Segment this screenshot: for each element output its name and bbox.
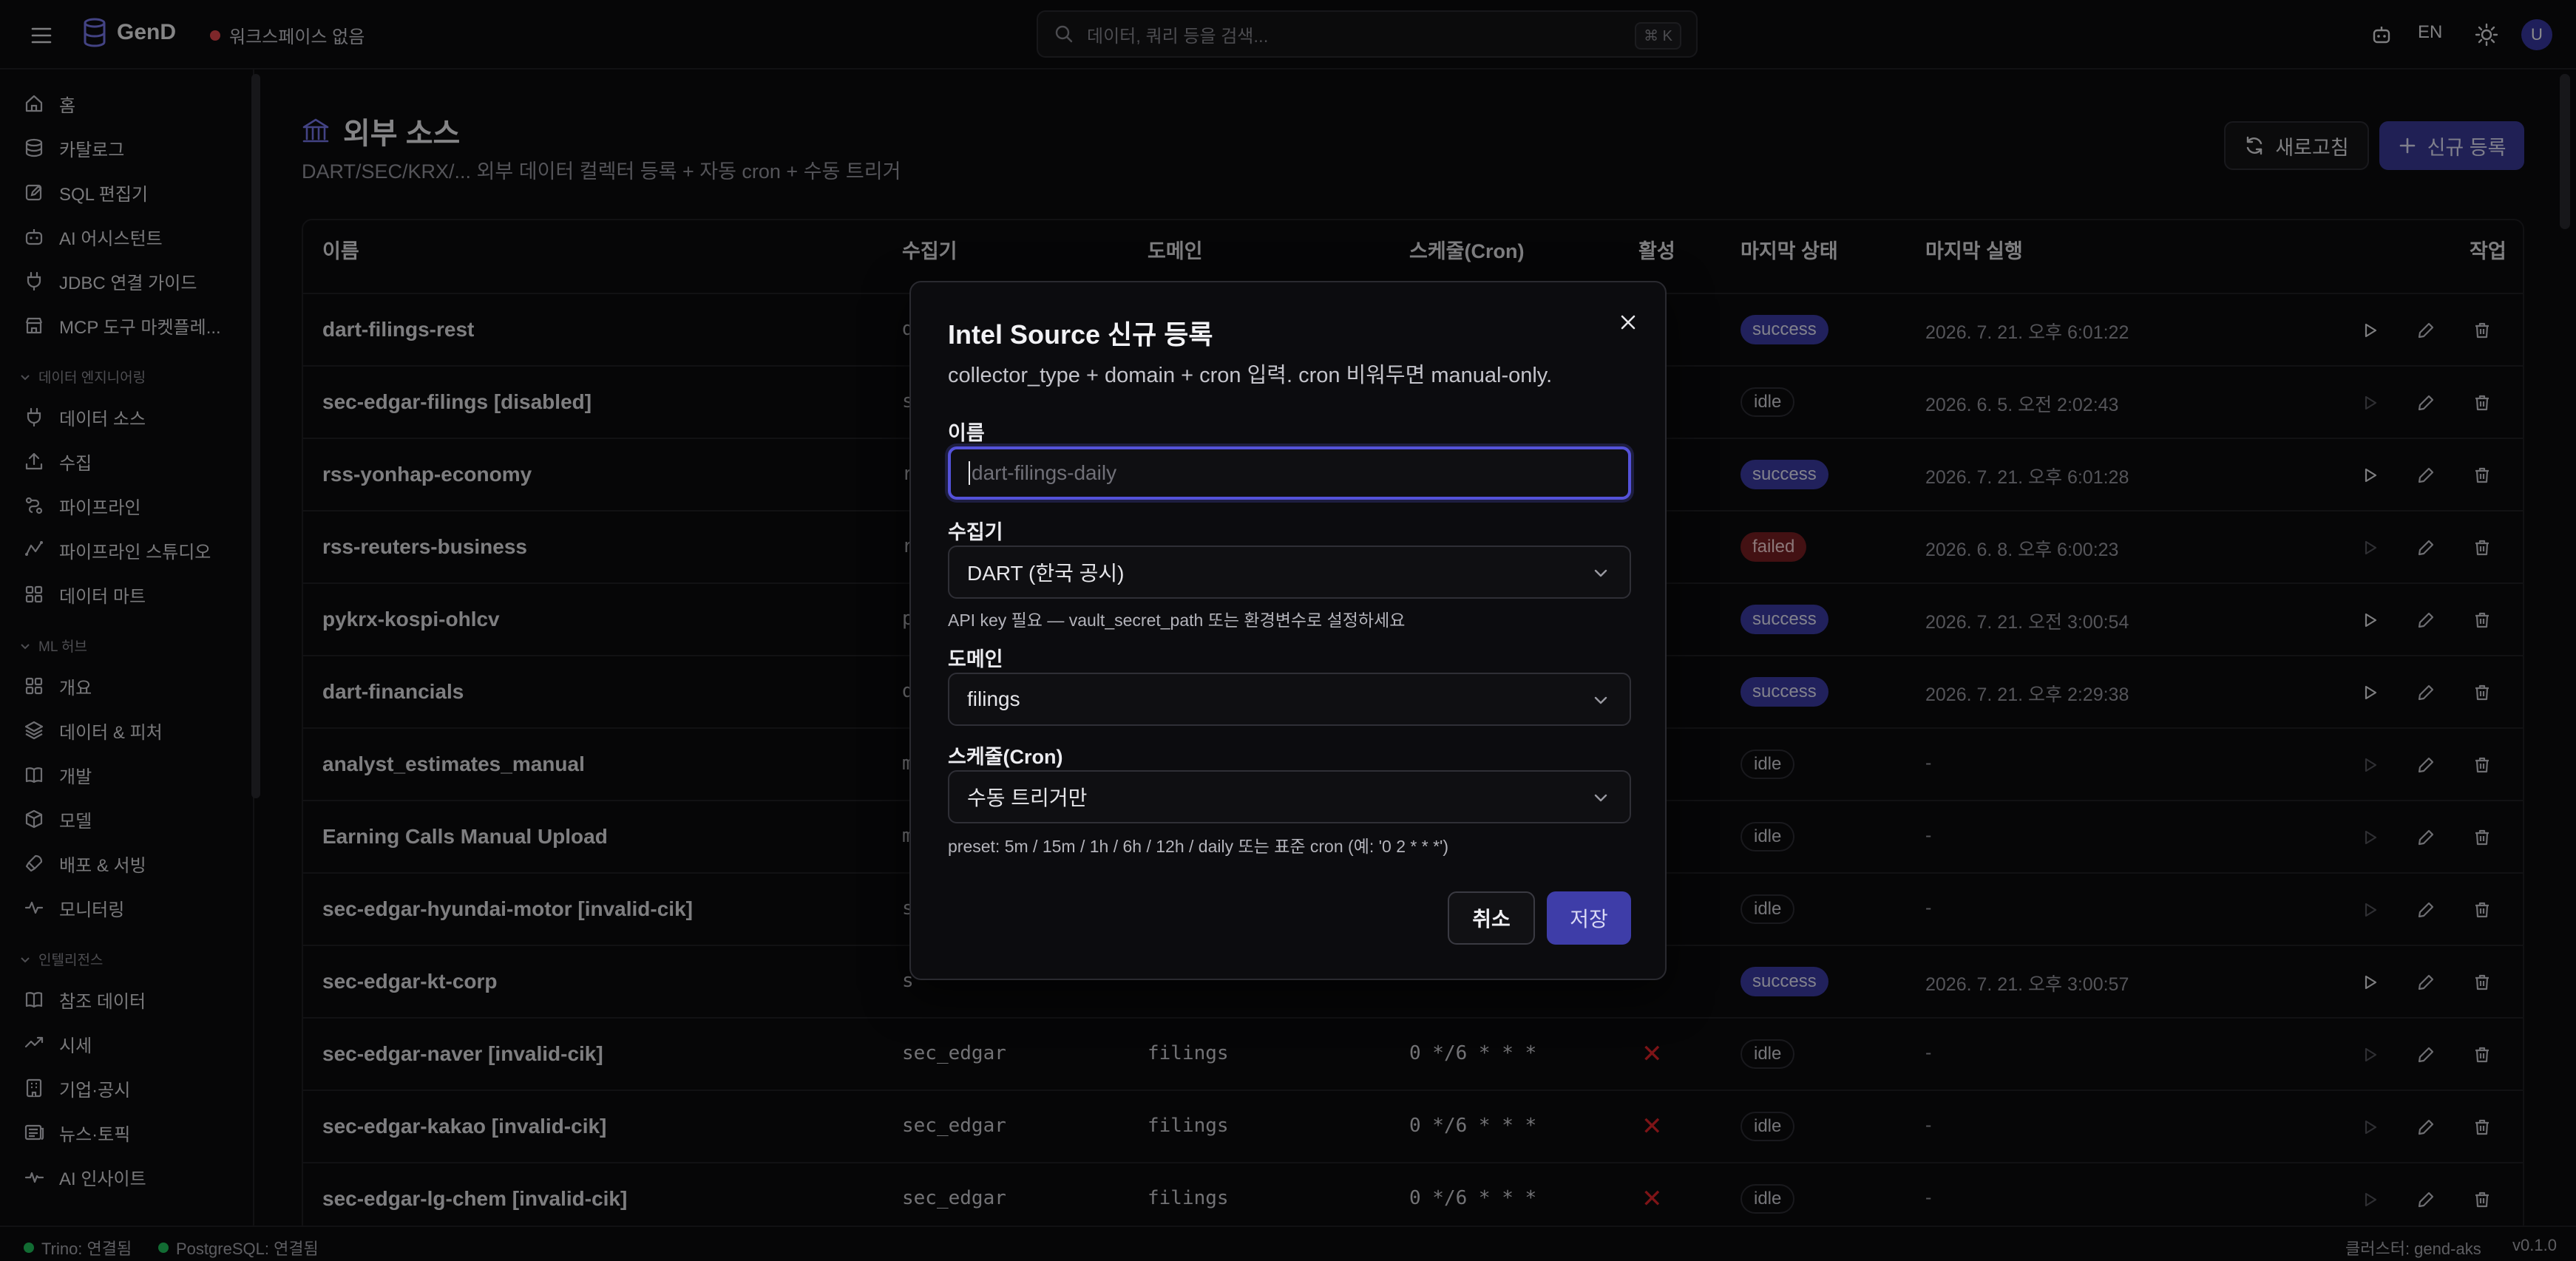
collector-select[interactable]: DART (한국 공시) (948, 545, 1631, 599)
collector-help: API key 필요 — vault_secret_path 또는 환경변수로 … (948, 611, 1406, 630)
domain-select[interactable]: filings (948, 673, 1631, 726)
collector-value: DART (한국 공시) (967, 562, 1125, 585)
domain-value: filings (967, 687, 1020, 710)
collector-label: 수집기 (948, 521, 1003, 543)
schedule-select[interactable]: 수동 트리거만 (948, 770, 1631, 823)
dialog-description: collector_type + domain + cron 입력. cron … (948, 364, 1553, 387)
name-input[interactable]: dart-filings-daily (948, 446, 1631, 500)
cancel-button[interactable]: 취소 (1448, 891, 1535, 945)
chevron-down-icon (1594, 569, 1607, 577)
text-cursor (969, 461, 970, 485)
save-button[interactable]: 저장 (1547, 891, 1631, 945)
chevron-down-icon (1594, 794, 1607, 802)
new-source-dialog: Intel Source 신규 등록 collector_type + doma… (909, 281, 1667, 980)
close-icon[interactable] (1612, 306, 1644, 339)
name-placeholder: dart-filings-daily (972, 461, 1117, 484)
dialog-title: Intel Source 신규 등록 (948, 319, 1213, 350)
schedule-value: 수동 트리거만 (967, 786, 1088, 809)
schedule-help: preset: 5m / 15m / 1h / 6h / 12h / daily… (948, 837, 1449, 856)
name-label: 이름 (948, 422, 985, 444)
domain-label: 도메인 (948, 648, 1003, 670)
schedule-label: 스케줄(Cron) (948, 746, 1063, 768)
chevron-down-icon (1594, 696, 1607, 704)
